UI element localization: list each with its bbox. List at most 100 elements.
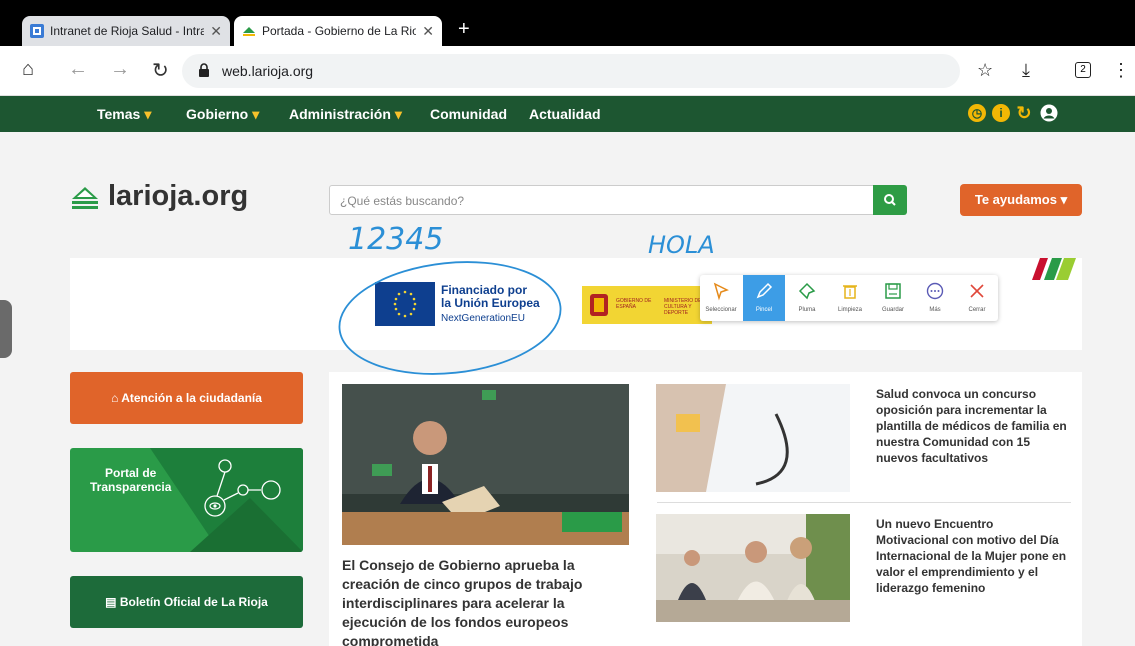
trash-icon bbox=[843, 285, 857, 299]
help-label: Te ayudamos bbox=[974, 192, 1057, 207]
pen-icon bbox=[798, 282, 816, 300]
chevron-down-icon: ▾ bbox=[394, 106, 402, 122]
tool-label: Cerrar bbox=[968, 307, 986, 313]
nav-item-temas[interactable]: Temas ▾ bbox=[97, 106, 151, 123]
clock-icon[interactable]: ◷ bbox=[968, 104, 986, 122]
side-news-photo-2[interactable] bbox=[656, 514, 850, 622]
page-content: larioja.org ¿Qué estás buscando? Te ayud… bbox=[0, 132, 1135, 646]
side-news-headline-2[interactable]: Un nuevo Encuentro Motivacional con moti… bbox=[876, 516, 1068, 596]
official-bulletin-button[interactable]: ▤ Boletín Oficial de La Rioja bbox=[70, 576, 303, 628]
save-tool-button[interactable]: Guardar bbox=[872, 275, 914, 321]
larioja-favicon-icon bbox=[242, 24, 256, 38]
official-bulletin-label: Boletín Oficial de La Rioja bbox=[119, 595, 268, 609]
transparency-portal-button[interactable]: Portal de Transparencia bbox=[70, 448, 303, 552]
chevron-down-icon: ▾ bbox=[144, 106, 152, 122]
home-icon: ⌂ bbox=[111, 391, 119, 405]
doctor-image bbox=[656, 384, 850, 492]
tool-label: Limpieza bbox=[837, 307, 862, 313]
more-icon bbox=[926, 282, 944, 300]
tool-label: Pluma bbox=[798, 307, 816, 313]
intranet-favicon-icon bbox=[30, 24, 44, 38]
tab-portada[interactable]: Portada - Gobierno de La Rio ✕ bbox=[234, 16, 442, 46]
side-news-photo-1[interactable] bbox=[656, 384, 850, 492]
nav-item-gobierno[interactable]: Gobierno ▾ bbox=[186, 106, 259, 123]
browser-tab-bar: Intranet de Rioja Salud - Intra ✕ Portad… bbox=[0, 0, 1135, 46]
nav-item-label: Comunidad bbox=[430, 106, 507, 122]
nav-item-label: Actualidad bbox=[529, 106, 601, 122]
citizen-attention-label: Atención a la ciudadanía bbox=[121, 391, 262, 405]
tab-title: Portada - Gobierno de La Rio bbox=[262, 24, 417, 38]
pen-tool-button[interactable]: Pluma bbox=[786, 275, 828, 321]
news-section: El Consejo de Gobierno aprueba la creaci… bbox=[329, 372, 1082, 646]
brush-icon bbox=[756, 282, 773, 299]
tab-title: Intranet de Rioja Salud - Intra bbox=[50, 24, 205, 38]
brush-tool-button[interactable]: Pincel bbox=[743, 275, 785, 321]
forward-icon[interactable]: → bbox=[110, 58, 130, 81]
cursor-icon bbox=[713, 282, 729, 301]
citizen-attention-button[interactable]: ⌂ Atención a la ciudadanía bbox=[70, 372, 303, 424]
transparency-label: Portal de Transparencia bbox=[90, 466, 171, 494]
info-icon[interactable]: i bbox=[992, 104, 1010, 122]
back-icon[interactable]: ← bbox=[68, 58, 88, 81]
tool-label: Pincel bbox=[755, 307, 773, 313]
search-icon bbox=[884, 194, 896, 206]
eu-line-2: la Unión Europea bbox=[441, 296, 540, 310]
gobierno-espana-logo: GOBIERNO DE ESPAÑA MINISTERIO DE CULTURA… bbox=[582, 286, 712, 324]
transparency-line-2: Transparencia bbox=[90, 480, 172, 494]
press-conference-image bbox=[342, 384, 629, 545]
close-tool-button[interactable]: Cerrar bbox=[956, 275, 998, 321]
larioja-logo-icon bbox=[72, 186, 98, 209]
nav-item-comunidad[interactable]: Comunidad bbox=[430, 106, 507, 122]
close-icon bbox=[970, 284, 984, 298]
site-main-nav: Temas ▾ Gobierno ▾ Administración ▾ Comunid… bbox=[0, 96, 1135, 132]
search-input[interactable]: ¿Qué estás buscando? bbox=[329, 185, 874, 215]
transparency-line-1: Portal de bbox=[105, 466, 157, 480]
menu-kebab-icon[interactable]: ⋮ bbox=[1112, 60, 1130, 81]
newspaper-icon: ▤ bbox=[105, 595, 117, 609]
home-icon[interactable]: ⌂ bbox=[22, 58, 34, 81]
more-tool-button[interactable]: Más bbox=[914, 275, 956, 321]
site-logo[interactable]: larioja.org bbox=[70, 180, 248, 213]
network-eye-icon bbox=[204, 459, 281, 517]
nav-item-administracion[interactable]: Administración ▾ bbox=[289, 106, 402, 123]
help-dropdown-button[interactable]: Te ayudamos ▾ bbox=[960, 184, 1082, 216]
decorative-stripes bbox=[1032, 258, 1076, 280]
chevron-down-icon: ▾ bbox=[1060, 192, 1068, 207]
url-text: web.larioja.org bbox=[222, 63, 314, 79]
eu-line-3: NextGenerationEU bbox=[441, 313, 525, 324]
eu-funding-text: Financiado por la Unión Europea NextGene… bbox=[441, 284, 561, 325]
nav-item-label: Temas bbox=[97, 106, 141, 122]
new-tab-button[interactable]: + bbox=[458, 18, 470, 41]
tab-count-button[interactable]: 2 bbox=[1075, 62, 1091, 78]
main-news-photo[interactable] bbox=[342, 384, 629, 545]
chevron-down-icon: ▾ bbox=[252, 106, 260, 122]
user-icon[interactable] bbox=[1040, 104, 1058, 122]
nav-item-label: Administración bbox=[289, 106, 391, 122]
search-button[interactable] bbox=[873, 185, 907, 215]
annotation-toolbar: Seleccionar Pincel Pluma Limpieza Guarda… bbox=[700, 275, 998, 321]
bookmark-star-icon[interactable]: ☆ bbox=[977, 60, 993, 81]
tab-close-icon[interactable]: ✕ bbox=[210, 23, 222, 40]
eu-flag-icon bbox=[375, 282, 435, 326]
tab-intranet[interactable]: Intranet de Rioja Salud - Intra ✕ bbox=[22, 16, 230, 46]
browser-toolbar: ⌂ ← → ↻ web.larioja.org ☆ ⤓ ⋮ bbox=[0, 46, 1135, 96]
tab-close-icon[interactable]: ✕ bbox=[422, 23, 434, 40]
refresh-icon[interactable]: ↻ bbox=[1015, 104, 1033, 122]
side-drawer-handle[interactable] bbox=[0, 300, 12, 358]
nav-item-label: Gobierno bbox=[186, 106, 249, 122]
news-separator bbox=[657, 502, 1071, 503]
download-icon[interactable]: ⤓ bbox=[1022, 60, 1030, 81]
tool-label: Seleccionar bbox=[705, 307, 737, 313]
nav-item-actualidad[interactable]: Actualidad bbox=[529, 106, 601, 122]
tool-label: Más bbox=[929, 307, 941, 313]
reload-icon[interactable]: ↻ bbox=[152, 58, 169, 83]
select-tool-button[interactable]: Seleccionar bbox=[700, 275, 742, 321]
lock-icon bbox=[198, 63, 210, 77]
side-news-headline-1[interactable]: Salud convoca un concurso oposición para… bbox=[876, 386, 1068, 466]
address-bar[interactable]: web.larioja.org bbox=[182, 54, 960, 88]
brand-name: larioja.org bbox=[108, 180, 249, 212]
clear-tool-button[interactable]: Limpieza bbox=[829, 275, 871, 321]
meeting-image bbox=[656, 514, 850, 622]
main-news-headline[interactable]: El Consejo de Gobierno aprueba la creaci… bbox=[342, 556, 612, 646]
gov-text-1: GOBIERNO DE ESPAÑA bbox=[616, 298, 652, 310]
